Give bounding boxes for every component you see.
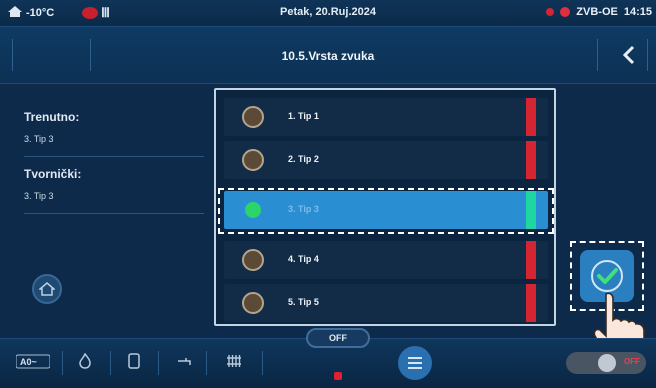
current-label: Trenutno: [24, 110, 80, 124]
tank-icon[interactable] [128, 353, 140, 372]
list-item-label: 1. Tip 1 [288, 111, 319, 121]
status-dot-icon [560, 7, 571, 17]
factory-value: 3. Tip 3 [24, 191, 54, 201]
flame-icon[interactable] [79, 352, 91, 372]
divider [110, 351, 111, 375]
divider [206, 351, 207, 375]
radiator-icon[interactable] [226, 353, 242, 372]
home-icon [39, 282, 55, 296]
status-right: ZVB-OE 14:15 [546, 6, 652, 18]
power-toggle[interactable]: OFF [566, 352, 646, 374]
radio-icon [242, 149, 264, 171]
toggle-knob [598, 354, 616, 372]
time-label: 14:15 [623, 6, 652, 18]
svg-text:A0~: A0~ [20, 357, 37, 367]
list-item-label: 4. Tip 4 [288, 254, 319, 264]
mode-icon[interactable]: A0~ [15, 353, 51, 372]
tap-icon[interactable] [176, 353, 192, 372]
off-status-tab[interactable]: OFF [306, 328, 370, 348]
list-item-selected[interactable]: 3. Tip 3 [224, 191, 548, 229]
divider [158, 351, 159, 375]
list-item[interactable]: 4. Tip 4 [224, 241, 548, 279]
info-panel: Trenutno: 3. Tip 3 Tvornički: 3. Tip 3 [24, 110, 204, 224]
status-bar: -10°C Ⅲ Petak, 20.Ruj.2024 ZVB-OE 14:15 [0, 0, 656, 26]
list-item[interactable]: 2. Tip 2 [224, 141, 548, 179]
factory-label: Tvornički: [24, 167, 82, 181]
status-dot-icon [546, 8, 555, 16]
indicator-bar [526, 284, 536, 322]
radio-checked-icon [242, 199, 264, 221]
menu-icon [408, 357, 422, 359]
menu-button[interactable] [398, 346, 432, 380]
indicator-bar [526, 98, 536, 136]
radio-icon [242, 292, 264, 314]
list-item[interactable]: 5. Tip 5 [224, 284, 548, 322]
sound-type-list: 1. Tip 1 2. Tip 2 3. Tip 3 4. Tip 4 5. T… [214, 88, 556, 326]
title-bar: 10.5.Vrsta zvuka [0, 26, 656, 84]
page-title: 10.5.Vrsta zvuka [281, 49, 375, 63]
list-item-label: 5. Tip 5 [288, 297, 319, 307]
indicator-bar [526, 241, 536, 279]
current-value: 3. Tip 3 [24, 134, 54, 144]
indicator-bar [526, 191, 536, 229]
divider [262, 351, 263, 375]
indicator-bar [526, 141, 536, 179]
list-item[interactable]: 1. Tip 1 [224, 98, 548, 136]
divider [24, 156, 204, 157]
toggle-label: OFF [624, 357, 640, 366]
status-indicator-icon [334, 372, 342, 380]
chevron-left-icon [622, 45, 635, 65]
back-button[interactable] [618, 45, 640, 67]
divider [24, 213, 204, 214]
divider [62, 351, 63, 375]
checkmark-icon [591, 260, 623, 292]
list-item-label: 2. Tip 2 [288, 154, 319, 164]
radio-icon [242, 249, 264, 271]
home-button[interactable] [32, 274, 62, 304]
controller-label: ZVB-OE [576, 6, 618, 18]
list-item-label: 3. Tip 3 [288, 204, 319, 214]
radio-icon [242, 106, 264, 128]
